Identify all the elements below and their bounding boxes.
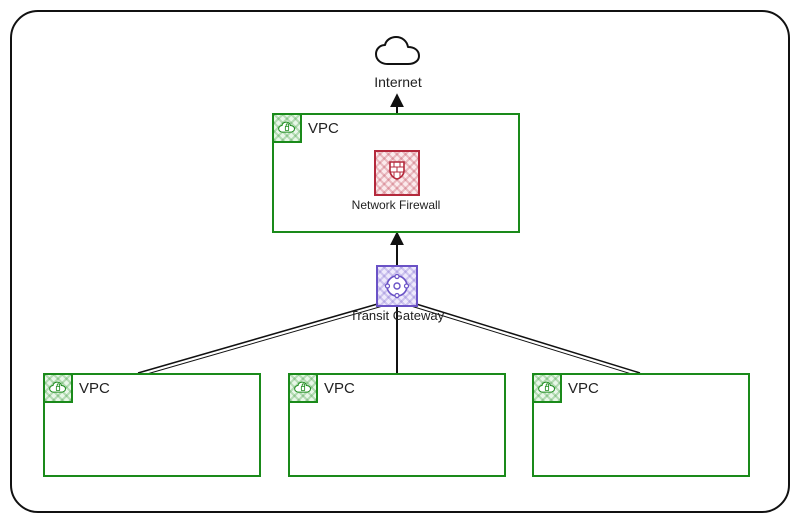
spoke-vpc-right-tag: VPC: [532, 373, 599, 403]
vpc-icon: [43, 373, 73, 403]
internet-node: [370, 34, 426, 79]
spoke-vpc-left: VPC: [43, 373, 261, 477]
transit-gateway-label: Transit Gateway: [340, 308, 454, 323]
transit-gateway-icon: [376, 265, 418, 307]
network-firewall-label: Network Firewall: [336, 198, 456, 212]
spoke-vpc-center-tag: VPC: [288, 373, 355, 403]
network-firewall-icon: [374, 150, 420, 196]
egress-vpc-label: VPC: [308, 120, 339, 137]
egress-vpc-tag: VPC: [272, 113, 339, 143]
spoke-vpc-center-label: VPC: [324, 380, 355, 397]
cloud-icon: [370, 34, 426, 74]
vpc-icon: [288, 373, 318, 403]
vpc-icon: [272, 113, 302, 143]
spoke-vpc-right: VPC: [532, 373, 750, 477]
internet-label: Internet: [358, 74, 438, 90]
spoke-vpc-left-label: VPC: [79, 380, 110, 397]
spoke-vpc-left-tag: VPC: [43, 373, 110, 403]
vpc-icon: [532, 373, 562, 403]
spoke-vpc-right-label: VPC: [568, 380, 599, 397]
spoke-vpc-center: VPC: [288, 373, 506, 477]
